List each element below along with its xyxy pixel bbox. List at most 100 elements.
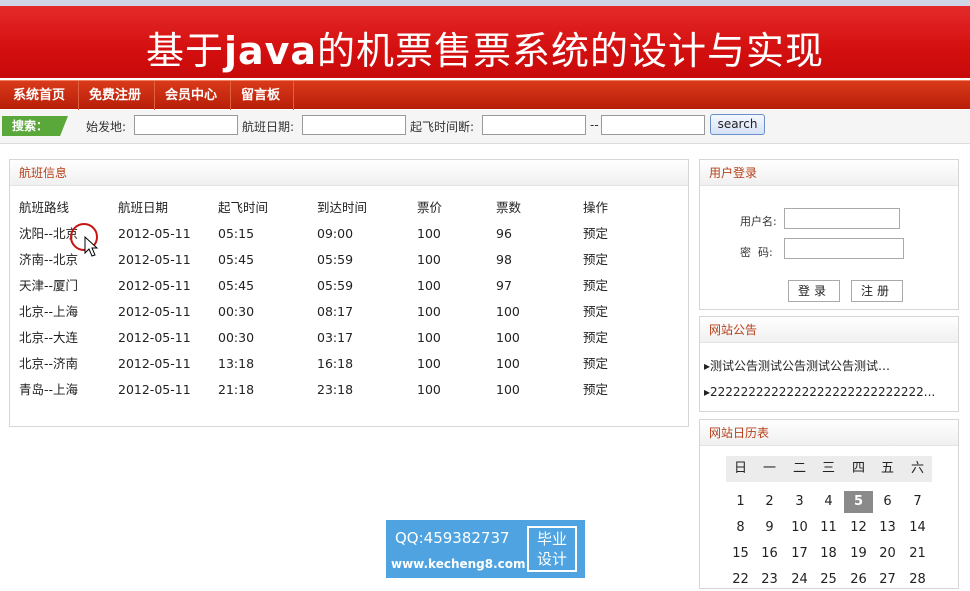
calendar-day[interactable]: 18 bbox=[814, 543, 843, 565]
calendar-day[interactable]: 22 bbox=[726, 569, 755, 591]
route-cell: 北京--济南 bbox=[19, 356, 79, 371]
weekday-fri: 五 bbox=[880, 461, 894, 476]
arrive-cell: 03:17 bbox=[317, 330, 354, 345]
login-panel-title: 用户登录 bbox=[700, 160, 958, 186]
nav-item-home[interactable]: 系统首页 bbox=[0, 81, 80, 110]
calendar-day[interactable]: 8 bbox=[726, 517, 755, 539]
book-link[interactable]: 预定 bbox=[583, 250, 608, 270]
table-row: 青岛--上海 2012-05-11 21:18 23:18 100 100 预定 bbox=[10, 380, 690, 406]
nav-item-member-center[interactable]: 会员中心 bbox=[152, 81, 232, 110]
announcement-item[interactable]: ▸测试公告测试公告测试公告测试… bbox=[704, 357, 944, 374]
calendar-day[interactable]: 4 bbox=[814, 491, 843, 513]
book-link[interactable]: 预定 bbox=[583, 224, 608, 244]
date-input[interactable] bbox=[302, 115, 406, 135]
calendar-day[interactable]: 28 bbox=[903, 569, 932, 591]
table-row: 北京--上海 2012-05-11 00:30 08:17 100 100 预定 bbox=[10, 302, 690, 328]
arrive-cell: 09:00 bbox=[317, 226, 354, 241]
main-nav: 系统首页 免费注册 会员中心 留言板 bbox=[0, 80, 970, 110]
username-input[interactable] bbox=[784, 208, 900, 229]
calendar-day[interactable]: 17 bbox=[785, 543, 814, 565]
table-row: 济南--北京 2012-05-11 05:45 05:59 100 98 预定 bbox=[10, 250, 690, 276]
arrive-cell: 05:59 bbox=[317, 252, 354, 267]
announcement-panel: 网站公告 ▸测试公告测试公告测试公告测试… ▸22222222222222222… bbox=[699, 316, 959, 412]
book-link[interactable]: 预定 bbox=[583, 380, 608, 400]
calendar-day[interactable]: 24 bbox=[785, 569, 814, 591]
route-cell: 天津--厦门 bbox=[19, 278, 79, 293]
route-cell: 北京--大连 bbox=[19, 330, 79, 345]
calendar-day[interactable]: 2 bbox=[755, 491, 784, 513]
route-cell: 北京--上海 bbox=[19, 304, 79, 319]
search-bar: 搜索： 始发地: 航班日期: 起飞时间断: -- search bbox=[0, 110, 970, 144]
calendar-day[interactable]: 3 bbox=[785, 491, 814, 513]
password-label: 密 码: bbox=[740, 246, 773, 259]
book-link[interactable]: 预定 bbox=[583, 354, 608, 374]
calendar-day[interactable]: 15 bbox=[726, 543, 755, 565]
flight-table-header: 航班路线 航班日期 起飞时间 到达时间 票价 票数 操作 bbox=[10, 198, 690, 224]
calendar-day[interactable]: 25 bbox=[814, 569, 843, 591]
calendar-day[interactable]: 1 bbox=[726, 491, 755, 513]
calendar-day[interactable]: 27 bbox=[873, 569, 902, 591]
table-row: 北京--大连 2012-05-11 00:30 03:17 100 100 预定 bbox=[10, 328, 690, 354]
calendar-day[interactable]: 9 bbox=[755, 517, 784, 539]
calendar-day[interactable]: 12 bbox=[844, 517, 873, 539]
depart-cell: 21:18 bbox=[218, 382, 255, 397]
watermark-qq: QQ:459382737 bbox=[395, 529, 510, 547]
calendar-day[interactable]: 14 bbox=[903, 517, 932, 539]
time-from-input[interactable] bbox=[482, 115, 586, 135]
calendar-day[interactable]: 26 bbox=[844, 569, 873, 591]
watermark-badge-line2: 设计 bbox=[536, 550, 567, 568]
watermark-badge-line1: 毕业 bbox=[536, 530, 567, 548]
calendar-day[interactable]: 19 bbox=[844, 543, 873, 565]
calendar-day[interactable]: 7 bbox=[903, 491, 932, 513]
nav-item-register[interactable]: 免费注册 bbox=[76, 81, 156, 110]
watermark-url: www.kecheng8.com bbox=[391, 557, 526, 571]
price-cell: 100 bbox=[417, 382, 441, 397]
book-link[interactable]: 预定 bbox=[583, 276, 608, 296]
price-cell: 100 bbox=[417, 278, 441, 293]
announcement-panel-title: 网站公告 bbox=[700, 317, 958, 343]
time-to-input[interactable] bbox=[601, 115, 705, 135]
search-tag: 搜索： bbox=[2, 116, 68, 136]
price-cell: 100 bbox=[417, 304, 441, 319]
calendar-day[interactable]: 11 bbox=[814, 517, 843, 539]
table-row: 沈阳--北京 2012-05-11 05:15 09:00 100 96 预定 bbox=[10, 224, 690, 250]
col-date: 航班日期 bbox=[118, 200, 169, 215]
date-cell: 2012-05-11 bbox=[118, 226, 191, 241]
calendar-day[interactable]: 6 bbox=[873, 491, 902, 513]
calendar-day[interactable]: 23 bbox=[755, 569, 784, 591]
depart-cell: 05:15 bbox=[218, 226, 255, 241]
depart-cell: 00:30 bbox=[218, 330, 255, 345]
tickets-cell: 100 bbox=[496, 382, 520, 397]
calendar-day[interactable]: 13 bbox=[873, 517, 902, 539]
site-title-prefix: 基于 bbox=[145, 29, 224, 73]
username-label: 用户名: bbox=[740, 215, 777, 228]
site-banner: 基于java的机票售票系统的设计与实现 bbox=[0, 6, 970, 78]
password-input[interactable] bbox=[784, 238, 904, 259]
watermark-overlay: QQ:459382737 www.kecheng8.com 毕业 设计 bbox=[386, 520, 585, 578]
flight-panel: 航班信息 航班路线 航班日期 起飞时间 到达时间 票价 票数 操作 沈阳--北京… bbox=[9, 159, 689, 427]
login-button[interactable]: 登录 bbox=[788, 280, 840, 302]
site-title: 基于java的机票售票系统的设计与实现 bbox=[0, 20, 970, 75]
col-arrive: 到达时间 bbox=[317, 200, 368, 215]
nav-item-message-board[interactable]: 留言板 bbox=[228, 81, 295, 110]
calendar-panel: 网站日历表 日 一 二 三 四 五 六 1 2 3 4 5 6 7 8 9 10… bbox=[699, 419, 959, 589]
col-tickets: 票数 bbox=[496, 200, 522, 215]
tickets-cell: 98 bbox=[496, 252, 512, 267]
announcement-item[interactable]: ▸2222222222222222222222222222... bbox=[704, 385, 944, 399]
calendar-day[interactable]: 21 bbox=[903, 543, 932, 565]
calendar-day[interactable]: 20 bbox=[873, 543, 902, 565]
register-button[interactable]: 注册 bbox=[851, 280, 903, 302]
tickets-cell: 100 bbox=[496, 356, 520, 371]
table-row: 北京--济南 2012-05-11 13:18 16:18 100 100 预定 bbox=[10, 354, 690, 380]
table-row: 天津--厦门 2012-05-11 05:45 05:59 100 97 预定 bbox=[10, 276, 690, 302]
calendar-day-today[interactable]: 5 bbox=[844, 491, 873, 513]
site-title-suffix: 的机票售票系统的设计与实现 bbox=[317, 29, 825, 73]
book-link[interactable]: 预定 bbox=[583, 328, 608, 348]
calendar-day[interactable]: 10 bbox=[785, 517, 814, 539]
col-route: 航班路线 bbox=[19, 200, 70, 215]
calendar-day[interactable]: 16 bbox=[755, 543, 784, 565]
book-link[interactable]: 预定 bbox=[583, 302, 608, 322]
origin-input[interactable] bbox=[134, 115, 238, 135]
search-button[interactable]: search bbox=[710, 114, 765, 135]
time-range-label: 起飞时间断: bbox=[410, 120, 475, 134]
